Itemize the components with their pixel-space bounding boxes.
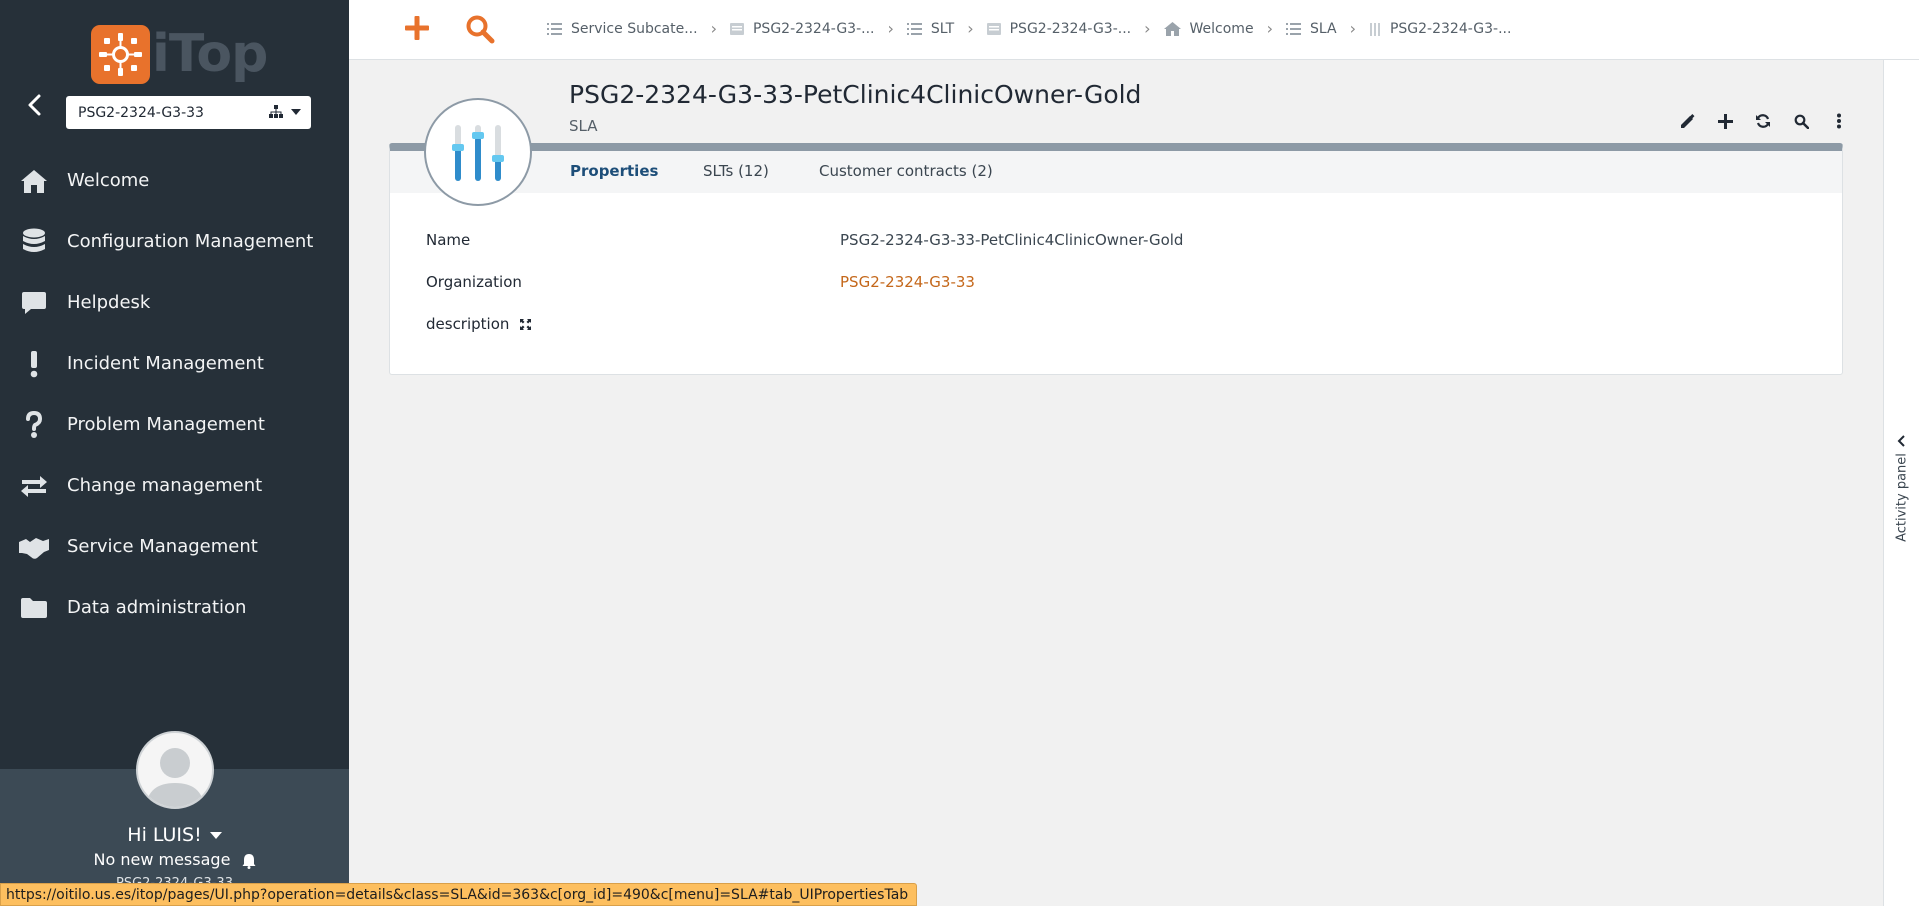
breadcrumb-item[interactable]: Welcome	[1163, 20, 1254, 37]
chevron-down-icon[interactable]	[209, 832, 222, 839]
object-class: SLA	[569, 117, 598, 135]
object-details-card: Properties SLTs (12) Customer contracts …	[389, 143, 1843, 375]
breadcrumb-label: SLT	[930, 20, 955, 37]
object-actions	[1668, 110, 1858, 132]
refresh-icon[interactable]	[1744, 110, 1782, 132]
tab-customer-contracts[interactable]: Customer contracts (2)	[819, 162, 993, 180]
list-icon	[906, 22, 922, 35]
main-menu: Welcome Configuration Management Helpdes…	[0, 150, 349, 638]
folder-icon	[0, 597, 67, 619]
tab-bar: Properties SLTs (12) Customer contracts …	[390, 151, 1842, 193]
breadcrumb-item[interactable]: Service Subcate...	[547, 21, 698, 37]
chevron-down-icon[interactable]	[291, 109, 301, 115]
breadcrumb-item[interactable]: PSG2-2324-G3-...	[986, 20, 1132, 37]
breadcrumb-label: PSG2-2324-G3-...	[1389, 20, 1512, 37]
comment-icon	[0, 290, 67, 316]
sliders-icon	[1369, 22, 1380, 36]
breadcrumb-label: PSG2-2324-G3-...	[1009, 20, 1132, 37]
exchange-icon	[0, 474, 67, 498]
breadcrumb-item[interactable]: PSG2-2324-G3-...	[1369, 20, 1512, 37]
document-icon	[986, 22, 1001, 35]
menu-item-label: Welcome	[67, 170, 150, 191]
activity-panel-rail[interactable]: Activity panel	[1883, 60, 1919, 906]
itop-logo[interactable]: iTop	[91, 24, 268, 84]
menu-item-label: Change management	[67, 475, 263, 496]
logo-mark-icon	[91, 25, 150, 84]
new-plus-icon[interactable]	[1706, 110, 1744, 132]
field-name-value: PSG2-2324-G3-33-PetClinic4ClinicOwner-Go…	[840, 231, 1184, 249]
menu-item-configuration-management[interactable]: Configuration Management	[0, 211, 349, 272]
menu-item-change-management[interactable]: Change management	[0, 455, 349, 516]
activity-panel-label[interactable]: Activity panel	[1895, 448, 1910, 548]
handshake-icon	[0, 534, 67, 560]
organization-selector-value: PSG2-2324-G3-33	[78, 104, 204, 121]
question-icon	[0, 410, 67, 439]
field-organization-link[interactable]: PSG2-2324-G3-33	[840, 273, 975, 291]
user-greeting-text: Hi LUIS!	[127, 824, 202, 846]
list-icon	[1285, 22, 1301, 35]
global-search-icon[interactable]	[465, 14, 495, 48]
menu-item-label: Service Management	[67, 536, 258, 557]
organization-selector[interactable]: PSG2-2324-G3-33	[66, 96, 311, 129]
menu-item-label: Data administration	[67, 597, 247, 618]
user-greeting[interactable]: Hi LUIS!	[0, 824, 349, 846]
list-icon	[547, 22, 562, 35]
expand-fullscreen-icon[interactable]	[520, 316, 532, 334]
menu-item-label: Problem Management	[67, 414, 265, 435]
notifications-text: No new message	[93, 850, 231, 869]
breadcrumb-label: Welcome	[1189, 20, 1254, 37]
database-icon	[0, 228, 67, 256]
menu-item-service-management[interactable]: Service Management	[0, 516, 349, 577]
field-organization-label: Organization	[426, 273, 522, 291]
search-icon[interactable]	[1782, 110, 1820, 132]
avatar[interactable]	[136, 731, 214, 809]
home-icon	[0, 168, 67, 194]
breadcrumb-label: SLA	[1309, 20, 1337, 37]
field-name-label: Name	[426, 231, 471, 249]
tab-slts[interactable]: SLTs (12)	[703, 162, 769, 180]
chevron-right-icon: ›	[1349, 19, 1356, 38]
more-actions-icon[interactable]	[1820, 110, 1858, 132]
logo-text: iTop	[152, 24, 268, 84]
breadcrumb-item[interactable]: SLA	[1285, 20, 1337, 37]
collapse-sidebar-icon[interactable]	[22, 92, 48, 118]
menu-item-welcome[interactable]: Welcome	[0, 150, 349, 211]
status-bar-url: https://oitilo.us.es/itop/pages/UI.php?o…	[0, 883, 918, 906]
breadcrumb-item[interactable]: SLT	[906, 20, 955, 37]
chevron-right-icon: ›	[967, 19, 974, 38]
menu-item-label: Incident Management	[67, 353, 264, 374]
chevron-right-icon: ›	[710, 19, 717, 38]
breadcrumb: Service Subcate... › PSG2-2324-G3-... › …	[547, 19, 1511, 38]
menu-item-label: Helpdesk	[67, 292, 151, 313]
home-icon	[1163, 21, 1181, 36]
chevron-right-icon: ›	[887, 19, 894, 38]
breadcrumb-item[interactable]: PSG2-2324-G3-...	[729, 20, 875, 37]
chevron-right-icon: ›	[1144, 19, 1151, 38]
new-object-plus-icon[interactable]	[403, 14, 431, 46]
chevron-right-icon: ›	[1266, 19, 1273, 38]
page-title: PSG2-2324-G3-33-PetClinic4ClinicOwner-Go…	[569, 80, 1142, 109]
menu-item-problem-management[interactable]: Problem Management	[0, 394, 349, 455]
tab-properties[interactable]: Properties	[570, 162, 658, 180]
field-description-label-text: description	[426, 315, 510, 333]
menu-item-incident-management[interactable]: Incident Management	[0, 333, 349, 394]
menu-item-label: Configuration Management	[67, 231, 314, 252]
breadcrumb-label: Service Subcate...	[571, 20, 698, 37]
menu-item-helpdesk[interactable]: Helpdesk	[0, 272, 349, 333]
field-description-label: description	[426, 315, 532, 334]
edit-pencil-icon[interactable]	[1668, 110, 1706, 132]
bell-icon[interactable]	[242, 853, 256, 869]
exclamation-icon	[0, 350, 67, 378]
sla-sliders-icon	[424, 98, 532, 206]
top-bar: Service Subcate... › PSG2-2324-G3-... › …	[349, 0, 1919, 60]
hierarchy-icon[interactable]	[269, 105, 283, 122]
sidebar: iTop PSG2-2324-G3-33 Welcome Configurati…	[0, 0, 349, 906]
menu-item-data-administration[interactable]: Data administration	[0, 577, 349, 638]
document-icon	[729, 22, 744, 35]
notifications[interactable]: No new message	[0, 850, 349, 869]
breadcrumb-label: PSG2-2324-G3-...	[752, 20, 875, 37]
